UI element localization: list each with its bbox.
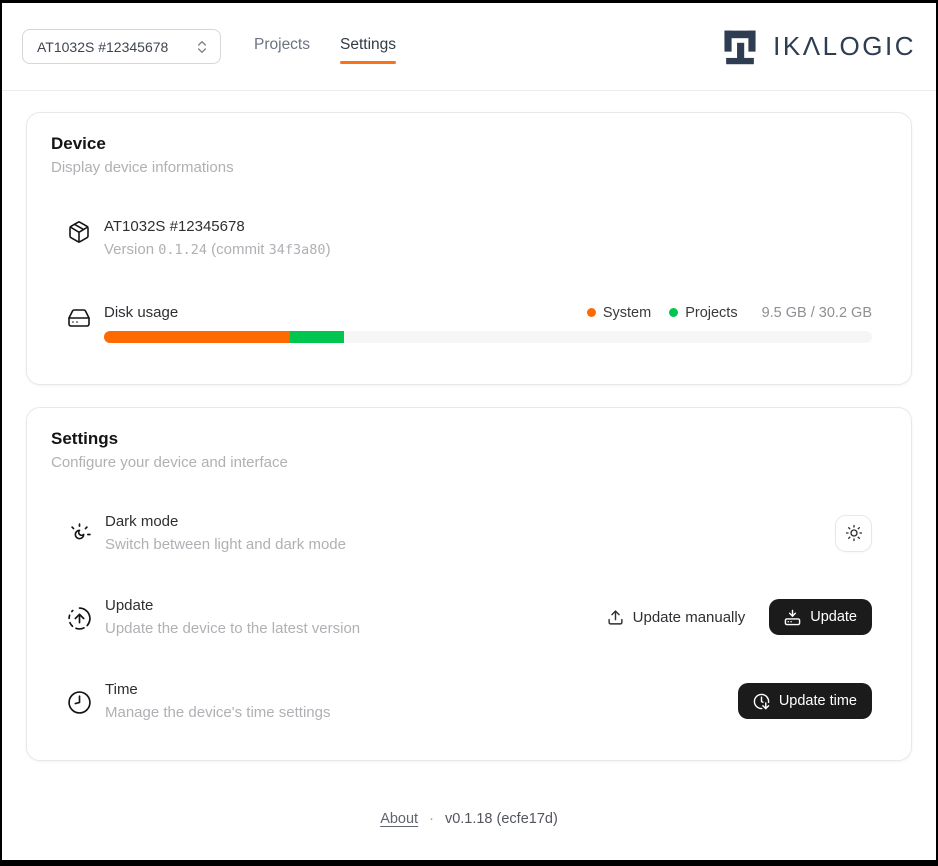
- dark-mode-description: Switch between light and dark mode: [105, 536, 822, 553]
- device-card-subtitle: Display device informations: [51, 159, 887, 176]
- tab-projects[interactable]: Projects: [254, 30, 310, 64]
- footer-separator: ·: [429, 811, 434, 827]
- device-version: Version 0.1.24 (commit 34f3a80): [104, 241, 331, 258]
- disk-segment-projects: [290, 331, 345, 343]
- legend-system: System: [587, 305, 651, 321]
- time-description: Manage the device's time settings: [105, 704, 725, 721]
- settings-card-title: Settings: [51, 429, 887, 449]
- clock-arrow-down-icon: [753, 693, 770, 710]
- top-bar: AT1032S #12345678 Projects Settings IKΛL…: [2, 3, 936, 91]
- update-description: Update the device to the latest version: [105, 620, 584, 637]
- legend-projects: Projects: [669, 305, 737, 321]
- footer: About · v0.1.18 (ecfe17d): [2, 783, 936, 853]
- update-button[interactable]: Update: [769, 599, 872, 635]
- disk-usage-value: 9.5 GB / 30.2 GB: [762, 305, 872, 321]
- tab-settings[interactable]: Settings: [340, 30, 396, 64]
- clock-icon: [67, 690, 92, 715]
- package-icon: [67, 220, 91, 244]
- update-title: Update: [105, 597, 584, 614]
- hard-drive-download-icon: [784, 609, 801, 626]
- disk-legend: System Projects 9.5 GB / 30.2 GB: [587, 305, 872, 321]
- about-link[interactable]: About: [380, 811, 418, 827]
- device-selector-value: AT1032S #12345678: [37, 39, 168, 55]
- settings-card-subtitle: Configure your device and interface: [51, 454, 887, 471]
- time-title: Time: [105, 681, 725, 698]
- time-row: Time Manage the device's time settings U…: [51, 681, 887, 721]
- dark-mode-title: Dark mode: [105, 513, 822, 530]
- sun-icon: [845, 524, 863, 542]
- device-info-row: AT1032S #12345678 Version 0.1.24 (commit…: [51, 218, 887, 258]
- disk-usage-row: Disk usage System Projects 9.5 GB / 30.2…: [51, 304, 887, 343]
- disk-usage-label: Disk usage: [104, 304, 178, 321]
- theme-toggle-button[interactable]: [835, 515, 872, 552]
- update-manually-button[interactable]: Update manually: [597, 601, 756, 634]
- dark-mode-row: Dark mode Switch between light and dark …: [51, 513, 887, 553]
- device-name: AT1032S #12345678: [104, 218, 331, 235]
- projects-dot: [669, 308, 678, 317]
- update-time-button[interactable]: Update time: [738, 683, 872, 719]
- device-selector[interactable]: AT1032S #12345678: [22, 29, 221, 64]
- settings-card: Settings Configure your device and inter…: [26, 407, 912, 761]
- app-version: v0.1.18 (ecfe17d): [445, 811, 558, 827]
- brand-logo: IKΛLOGIC: [719, 26, 916, 68]
- hard-drive-icon: [67, 306, 91, 330]
- disk-segment-system: [104, 331, 290, 343]
- upload-icon: [607, 609, 624, 626]
- main-nav: Projects Settings: [254, 30, 396, 64]
- brand-name: IKΛLOGIC: [773, 31, 916, 62]
- sun-moon-icon: [67, 522, 92, 547]
- disk-usage-bar: [104, 331, 872, 343]
- logo-mark-icon: [719, 26, 761, 68]
- circle-fading-arrow-up-icon: [67, 606, 92, 631]
- chevrons-up-down-icon: [194, 39, 210, 55]
- system-dot: [587, 308, 596, 317]
- app-window: AT1032S #12345678 Projects Settings IKΛL…: [0, 0, 938, 866]
- device-card-title: Device: [51, 134, 887, 154]
- main-content: Device Display device informations AT103…: [2, 91, 936, 761]
- update-row: Update Update the device to the latest v…: [51, 597, 887, 637]
- device-card: Device Display device informations AT103…: [26, 112, 912, 385]
